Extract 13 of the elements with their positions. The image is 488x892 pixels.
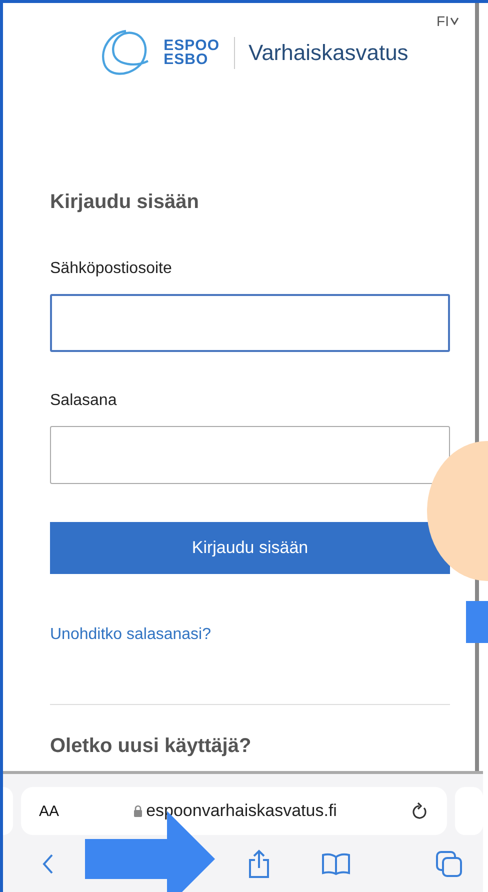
logo-text: ESPOO [164,39,220,53]
field-label: Sähköpostiosoite [50,260,173,278]
login-heading: Kirjaudu sisään [50,191,200,214]
signup-heading: Oletko uusi käyttäjä? [50,735,252,758]
url-text: espoonvarhaiskasvatus.fi [146,801,337,821]
logo-text: ESBO [164,53,210,67]
forgot-password-link[interactable]: Unohditko salasanasi? [50,626,449,644]
field-label: Salasana [50,392,118,410]
service-name: Varhaiskasvatus [248,40,408,66]
login-button[interactable]: Kirjaudu sisään [50,522,450,574]
text-size-button[interactable]: AA [39,802,60,820]
language-selector[interactable]: FI [436,13,459,29]
address-bar[interactable]: AA espoonvarhaiskasvatus.fi [21,787,447,835]
